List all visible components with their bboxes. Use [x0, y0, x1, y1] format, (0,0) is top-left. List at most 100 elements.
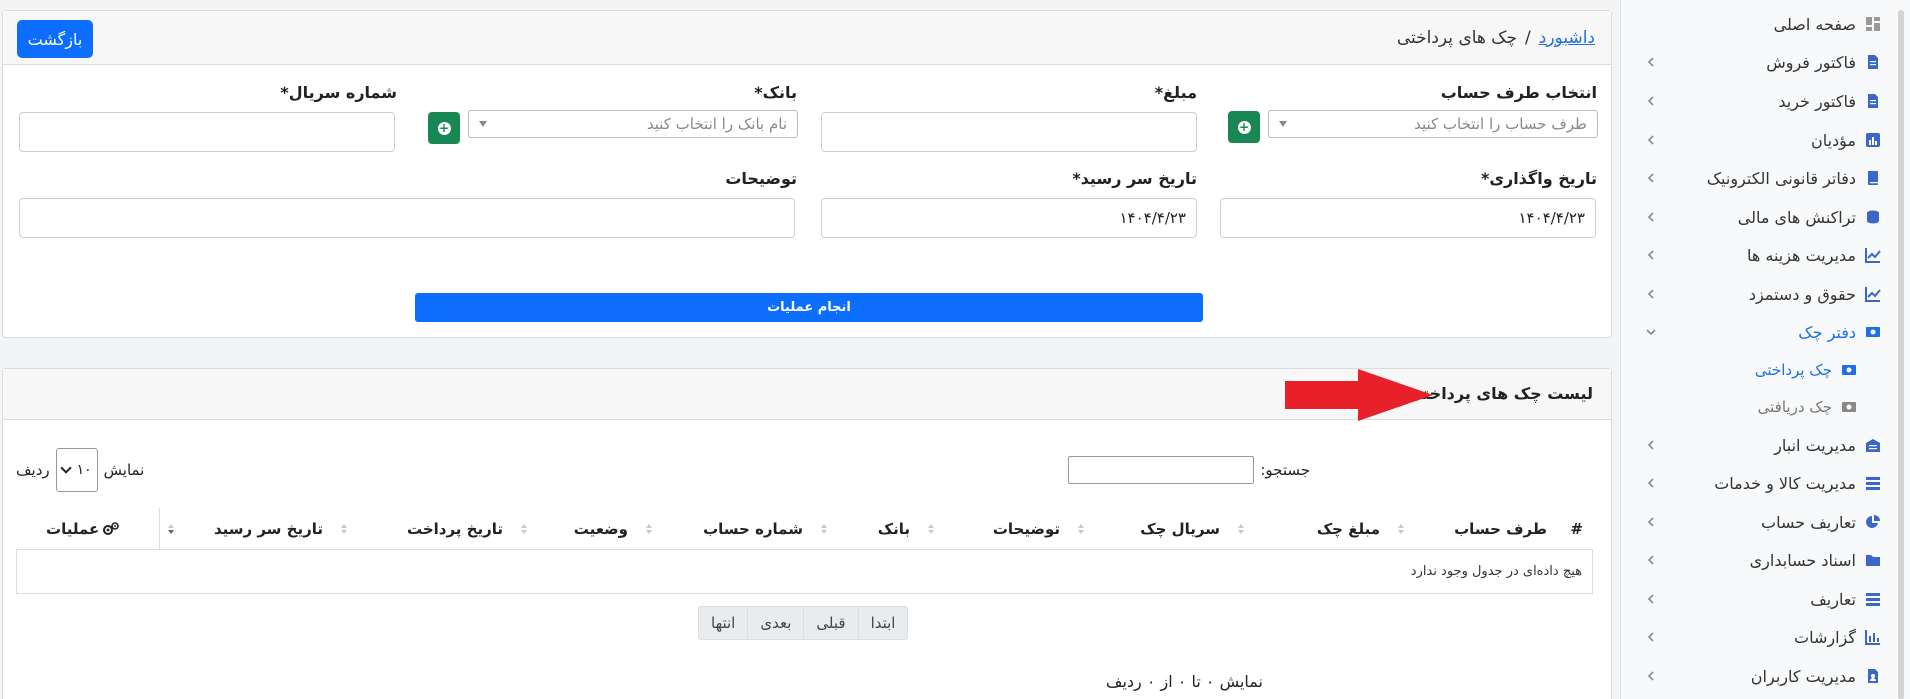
sort-icon [521, 524, 527, 534]
column-header-account-number[interactable]: شماره حساب [638, 508, 813, 550]
due-date-input[interactable]: ۱۴۰۴/۴/۲۳ [821, 198, 1197, 238]
submit-button[interactable]: انجام عملیات [415, 293, 1203, 322]
sidebar-item-expenses[interactable]: مدیریت هزینه ها [1642, 241, 1882, 269]
pagination-last[interactable]: انتها [699, 607, 747, 639]
pagination: ابتدا قبلی بعدی انتها [698, 606, 909, 640]
sidebar-item-payroll[interactable]: حقوق و دستمزد [1642, 280, 1882, 308]
amount-input[interactable] [821, 112, 1197, 152]
sort-desc-icon [168, 524, 174, 534]
chevron-left-icon [1642, 590, 1660, 608]
column-header-bank[interactable]: بانک [813, 508, 920, 550]
party-select[interactable]: طرف حساب را انتخاب کنید [1268, 110, 1598, 138]
file-icon [1864, 92, 1882, 110]
column-header-status[interactable]: وضعیت [513, 508, 638, 550]
sidebar-item-warehouse[interactable]: مدیریت انبار [1642, 431, 1882, 459]
book-icon [1864, 169, 1882, 187]
bank-select[interactable]: نام بانک را انتخاب کنید [468, 110, 798, 138]
money-icon [1840, 361, 1858, 379]
gears-icon [103, 522, 120, 536]
column-header-serial[interactable]: سریال چک [1070, 508, 1230, 550]
warehouse-icon [1864, 436, 1882, 454]
assign-date-label: تاریخ واگذاری* [1480, 169, 1597, 188]
money-icon [1840, 398, 1858, 416]
line-chart-icon [1864, 285, 1882, 303]
search-label: جستجو: [1260, 461, 1310, 479]
chevron-down-icon [1279, 121, 1287, 127]
sidebar-item-received-cheques[interactable]: چک دریافتی [1658, 393, 1858, 421]
sidebar-item-transactions[interactable]: تراکنش های مالی [1642, 203, 1882, 231]
folder-icon [1864, 551, 1882, 569]
pagination-next[interactable]: بعدی [747, 607, 803, 639]
column-header-payment-date[interactable]: تاریخ پرداخت [333, 508, 513, 550]
chevron-down-icon [1642, 323, 1660, 341]
show-label: نمایش [103, 461, 145, 479]
list-icon [1864, 474, 1882, 492]
plus-circle-icon: + [437, 121, 451, 135]
list-card-header: لیست چک های پرداختی [3, 369, 1611, 421]
chevron-left-icon [1642, 246, 1660, 264]
sidebar-item-accounting-documents[interactable]: اسناد حسابداری [1642, 546, 1882, 574]
bank-select-placeholder: نام بانک را انتخاب کنید [646, 115, 787, 133]
sort-icon [928, 524, 934, 534]
sort-icon [1398, 524, 1404, 534]
search-control: جستجو: [1068, 456, 1310, 484]
column-header-due-date[interactable]: تاریخ سر رسید [160, 508, 333, 550]
sidebar-item-taxpayers[interactable]: مؤدیان [1642, 126, 1882, 154]
search-input[interactable] [1068, 456, 1255, 484]
party-label: انتخاب طرف حساب [1440, 83, 1597, 102]
column-header-party[interactable]: طرف حساب [1390, 508, 1557, 550]
sidebar-item-home[interactable]: صفحه اصلی [1642, 10, 1882, 38]
add-bank-button[interactable]: + [428, 112, 460, 144]
chevron-left-icon [1642, 474, 1660, 492]
pagination-first[interactable]: ابتدا [857, 607, 908, 639]
breadcrumb: داشبورد / چک های پرداختی [1397, 28, 1595, 48]
pagination-previous[interactable]: قبلی [803, 607, 857, 639]
page-length-value: ۱۰ [76, 462, 92, 478]
column-header-amount[interactable]: مبلغ چک [1230, 508, 1390, 550]
column-header-index[interactable]: # [1557, 508, 1593, 550]
sidebar-item-cheque-book[interactable]: دفتر چک [1642, 318, 1882, 346]
assign-date-input[interactable]: ۱۴۰۴/۴/۲۳ [1220, 198, 1596, 238]
due-date-label: تاریخ سر رسید* [1072, 169, 1197, 188]
serial-input[interactable] [19, 112, 395, 152]
description-label: توضیحات [725, 169, 797, 188]
sidebar-item-reports[interactable]: گزارشات [1642, 623, 1882, 651]
table-header-row: # طرف حساب مبلغ چک سریال چک توضیحات بانک… [16, 508, 1593, 550]
sidebar-item-purchase-invoice[interactable]: فاکتور خرید [1642, 87, 1882, 115]
serial-label: شماره سریال* [280, 83, 397, 102]
user-file-icon [1864, 667, 1882, 685]
form-card-header: داشبورد / چک های پرداختی بازگشت [3, 11, 1611, 65]
sidebar-item-electronic-books[interactable]: دفاتر قانونی الکترونیک [1642, 164, 1882, 192]
sidebar-item-definitions[interactable]: تعاریف [1642, 585, 1882, 613]
arrow-annotation-icon [1285, 369, 1433, 421]
description-input[interactable] [19, 198, 795, 238]
chevron-down-icon [479, 121, 487, 127]
add-party-button[interactable]: + [1228, 111, 1260, 143]
chevron-left-icon [1642, 551, 1660, 569]
empty-message: هیچ داده‌ای در جدول وجود ندارد [1410, 564, 1582, 579]
chevron-left-icon [1642, 53, 1660, 71]
sort-icon [341, 524, 347, 534]
list-icon [1864, 590, 1882, 608]
sidebar: صفحه اصلی فاکتور فروش فاکتور خرید مؤدیان… [1620, 0, 1910, 699]
amount-label: مبلغ* [1154, 83, 1197, 102]
sidebar-item-account-definitions[interactable]: تعاریف حساب [1642, 508, 1882, 536]
breadcrumb-home-link[interactable]: داشبورد [1539, 28, 1595, 48]
rows-label: ردیف [16, 461, 50, 479]
page-length-select[interactable]: ۱۰ [55, 448, 98, 492]
party-select-placeholder: طرف حساب را انتخاب کنید [1414, 115, 1587, 133]
sidebar-item-paid-cheques[interactable]: چک پرداختی [1658, 356, 1858, 384]
breadcrumb-separator: / [1525, 28, 1531, 48]
sidebar-scrollbar[interactable] [1898, 10, 1904, 699]
sidebar-item-products[interactable]: مدیریت کالا و خدمات [1642, 469, 1882, 497]
bar-chart-icon [1864, 628, 1882, 646]
sidebar-item-sales-invoice[interactable]: فاکتور فروش [1642, 48, 1882, 76]
chevron-left-icon [1642, 208, 1660, 226]
sidebar-item-user-management[interactable]: مدیریت کاربران [1642, 662, 1882, 690]
sort-icon [646, 524, 652, 534]
main-content: داشبورد / چک های پرداختی بازگشت انتخاب ط… [0, 0, 1620, 699]
chevron-down-icon [59, 462, 72, 474]
back-button[interactable]: بازگشت [17, 20, 93, 58]
chevron-left-icon [1642, 667, 1660, 685]
column-header-description[interactable]: توضیحات [920, 508, 1070, 550]
